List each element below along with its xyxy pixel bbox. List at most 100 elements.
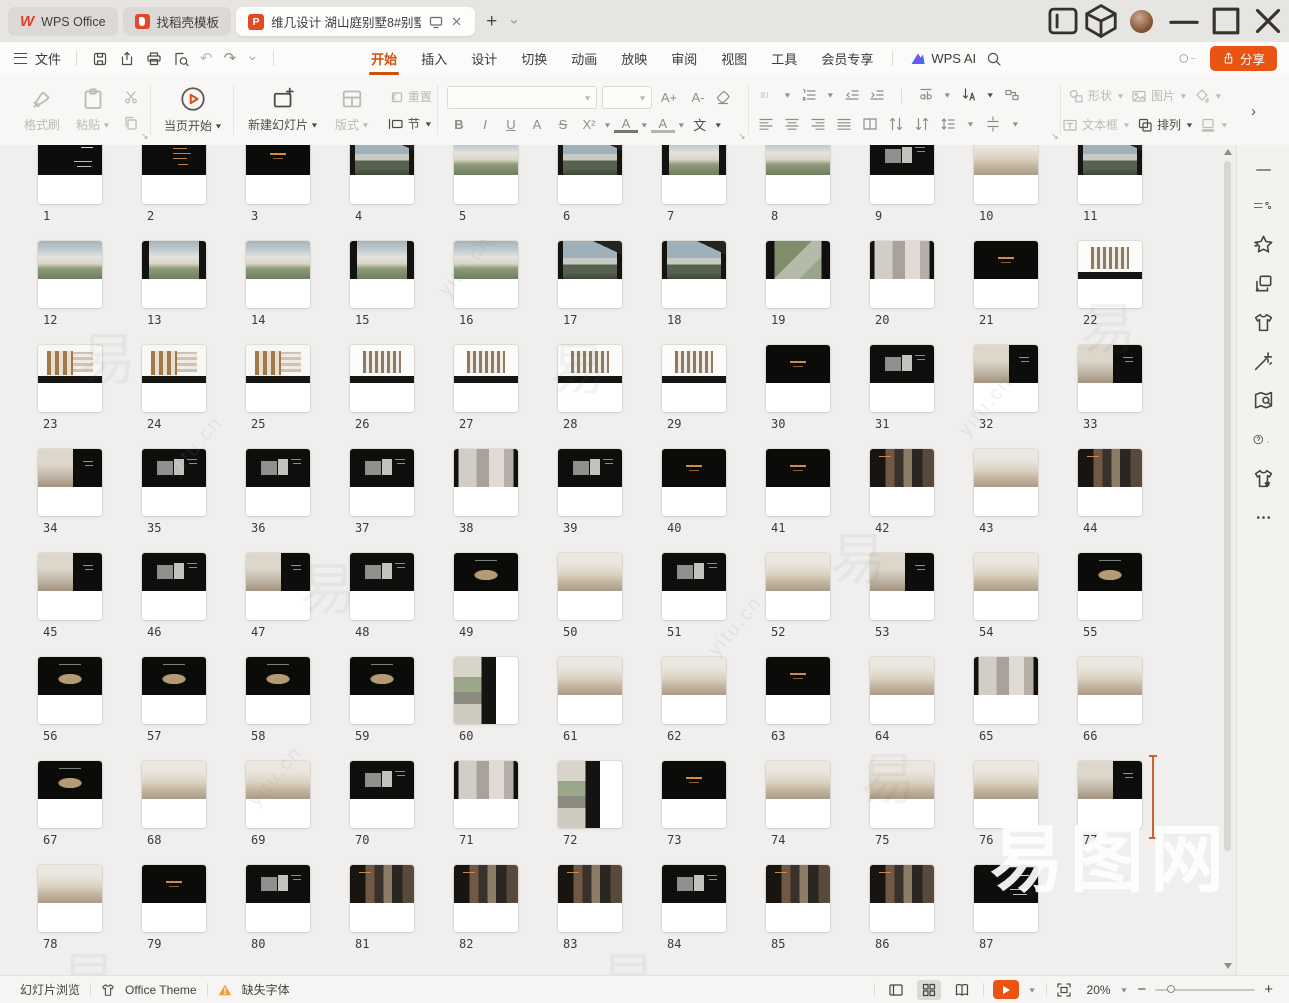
slide-thumbnail[interactable]: 46 bbox=[142, 553, 206, 620]
slide-thumbnail[interactable]: 24 bbox=[142, 345, 206, 412]
tab-slideshow[interactable]: 放映 bbox=[609, 42, 659, 75]
mapsearch-icon[interactable] bbox=[1253, 390, 1274, 411]
redo-icon[interactable]: ↷ bbox=[224, 51, 237, 66]
shirt-icon[interactable] bbox=[1253, 312, 1274, 333]
tab-list-chevron-icon[interactable] bbox=[508, 16, 520, 28]
slide-thumbnail[interactable]: 73 bbox=[662, 761, 726, 828]
app-tab-docer-templates[interactable]: 找稻壳模板 bbox=[123, 7, 232, 36]
font-name-select[interactable]: ▼ bbox=[447, 86, 597, 109]
share-button[interactable]: 分享 bbox=[1210, 46, 1277, 71]
zoom-slider-knob[interactable] bbox=[1167, 985, 1175, 993]
maximize-button[interactable] bbox=[1205, 0, 1247, 42]
slide-thumbnail[interactable]: 45 bbox=[38, 553, 102, 620]
slide-thumbnail[interactable]: 3 bbox=[246, 145, 310, 204]
justify-icon[interactable] bbox=[836, 116, 852, 132]
slide-thumbnail[interactable]: 85 bbox=[766, 865, 830, 932]
slide-thumbnail[interactable]: 50 bbox=[558, 553, 622, 620]
wps-ai-button[interactable]: WPS AI bbox=[900, 51, 986, 67]
help-icon[interactable] bbox=[1253, 429, 1274, 450]
vertical-align-icon[interactable] bbox=[985, 116, 1001, 132]
align-center-icon[interactable] bbox=[784, 116, 800, 132]
fill-color-button[interactable]: ▼ bbox=[1194, 88, 1223, 104]
reset-button[interactable]: 重置 bbox=[388, 88, 433, 105]
hdots-icon[interactable] bbox=[1253, 507, 1274, 528]
sidebar-collapse-handle[interactable] bbox=[1256, 169, 1271, 171]
slide-thumbnail[interactable]: 44 bbox=[1078, 449, 1142, 516]
slide-thumbnail[interactable]: 14 bbox=[246, 241, 310, 308]
export-icon[interactable] bbox=[119, 51, 135, 67]
slide-thumbnail[interactable]: 59 bbox=[350, 657, 414, 724]
increase-indent-icon[interactable] bbox=[869, 87, 885, 103]
slide-thumbnail[interactable]: 15 bbox=[350, 241, 414, 308]
slide-thumbnail[interactable]: 28 bbox=[558, 345, 622, 412]
slide-thumbnail[interactable]: 53 bbox=[870, 553, 934, 620]
theme-name[interactable]: Office Theme bbox=[125, 983, 197, 997]
slide-thumbnail[interactable]: 33 bbox=[1078, 345, 1142, 412]
slide-thumbnail[interactable]: 55 bbox=[1078, 553, 1142, 620]
print-icon[interactable] bbox=[146, 51, 162, 67]
minimize-button[interactable] bbox=[1163, 0, 1205, 42]
slide-thumbnail[interactable]: 10 bbox=[974, 145, 1038, 204]
slide-thumbnail[interactable]: 18 bbox=[662, 241, 726, 308]
play-options-chevron[interactable]: ▼ bbox=[1028, 986, 1037, 994]
tab-transition[interactable]: 切换 bbox=[509, 42, 559, 75]
slide-thumbnail[interactable]: 58 bbox=[246, 657, 310, 724]
sliders-icon[interactable] bbox=[1253, 195, 1274, 216]
tab-home[interactable]: 开始 bbox=[359, 42, 409, 75]
tab-close-icon[interactable] bbox=[450, 15, 463, 28]
slide-thumbnail[interactable]: 62 bbox=[662, 657, 726, 724]
section-button[interactable]: 节▼ bbox=[388, 115, 433, 132]
slide-thumbnail[interactable]: 70 bbox=[350, 761, 414, 828]
menu-icon[interactable] bbox=[14, 53, 27, 64]
outline-button[interactable]: ▼ bbox=[1200, 117, 1229, 133]
slide-thumbnail[interactable]: 13 bbox=[142, 241, 206, 308]
shapes-button[interactable]: 形状▼ bbox=[1068, 87, 1125, 104]
zoom-in-button[interactable]: + bbox=[1264, 981, 1273, 998]
align-left-icon[interactable] bbox=[758, 116, 774, 132]
zoom-level[interactable]: 20% bbox=[1081, 983, 1111, 997]
new-tab-button[interactable]: + bbox=[480, 7, 503, 36]
slide-thumbnail[interactable]: 80 bbox=[246, 865, 310, 932]
slide-thumbnail[interactable]: 78 bbox=[38, 865, 102, 932]
slide-thumbnail[interactable]: 69 bbox=[246, 761, 310, 828]
slide-thumbnail[interactable]: 22 bbox=[1078, 241, 1142, 308]
shrink-font-button[interactable]: A- bbox=[686, 90, 710, 105]
slide-thumbnail[interactable]: 56 bbox=[38, 657, 102, 724]
font-size-select[interactable]: ▼ bbox=[602, 86, 652, 109]
slide-thumbnail[interactable]: 48 bbox=[350, 553, 414, 620]
tab-insert[interactable]: 插入 bbox=[409, 42, 459, 75]
missing-font-label[interactable]: 缺失字体 bbox=[242, 981, 290, 998]
superscript-button[interactable]: X² bbox=[577, 117, 601, 132]
cut-icon[interactable] bbox=[123, 89, 139, 105]
layout-button[interactable]: 版式▼ bbox=[327, 75, 378, 145]
workspace-icon[interactable] bbox=[1082, 0, 1120, 42]
slide-thumbnail[interactable]: 86 bbox=[870, 865, 934, 932]
slide-thumbnail[interactable]: 82 bbox=[454, 865, 518, 932]
row-spacing-icon[interactable] bbox=[888, 116, 904, 132]
format-painter-button[interactable]: 格式刷 bbox=[16, 75, 68, 145]
bullet-list-icon[interactable] bbox=[758, 87, 774, 103]
slide-thumbnail[interactable]: 27 bbox=[454, 345, 518, 412]
slide-thumbnail[interactable]: 49 bbox=[454, 553, 518, 620]
slide-thumbnail[interactable]: 68 bbox=[142, 761, 206, 828]
slide-thumbnail[interactable]: 30 bbox=[766, 345, 830, 412]
slide-thumbnail[interactable]: 26 bbox=[350, 345, 414, 412]
slide-thumbnail[interactable]: 40 bbox=[662, 449, 726, 516]
numbered-list-icon[interactable] bbox=[801, 87, 817, 103]
picture-button[interactable]: 图片▼ bbox=[1131, 87, 1188, 104]
align-right-icon[interactable] bbox=[810, 116, 826, 132]
slide-thumbnail[interactable]: 9 bbox=[870, 145, 934, 204]
slide-sorter-view-button[interactable] bbox=[917, 980, 941, 1000]
slide-thumbnail[interactable]: 76 bbox=[974, 761, 1038, 828]
slide-thumbnail[interactable]: 16 bbox=[454, 241, 518, 308]
slide-thumbnail[interactable]: 1 bbox=[38, 145, 102, 204]
slide-thumbnail[interactable]: 63 bbox=[766, 657, 830, 724]
convert-smartart-icon[interactable] bbox=[1004, 87, 1020, 103]
paragraph-order-icon[interactable] bbox=[914, 116, 930, 132]
tab-animation[interactable]: 动画 bbox=[559, 42, 609, 75]
slide-thumbnail[interactable]: 87 bbox=[974, 865, 1038, 932]
slide-thumbnail[interactable]: 43 bbox=[974, 449, 1038, 516]
zoom-slider[interactable] bbox=[1155, 989, 1255, 991]
vertical-text-icon[interactable] bbox=[961, 87, 977, 103]
quickbar-chevron-icon[interactable] bbox=[247, 53, 258, 64]
